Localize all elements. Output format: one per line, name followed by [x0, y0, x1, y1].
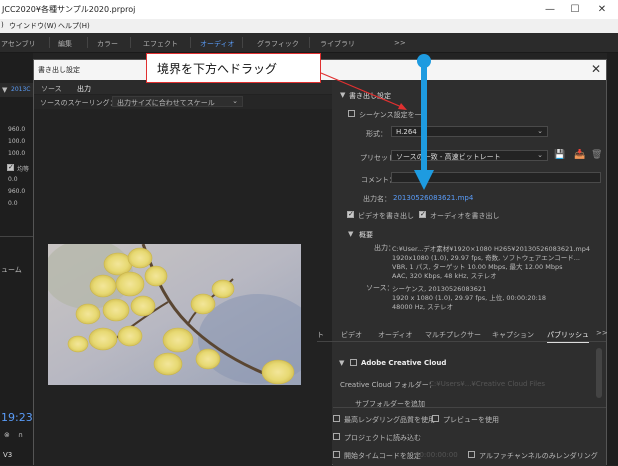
annotation-arrows — [320, 54, 434, 190]
drag-down-arrow — [414, 54, 434, 190]
red-pointer-arrow — [320, 72, 407, 110]
